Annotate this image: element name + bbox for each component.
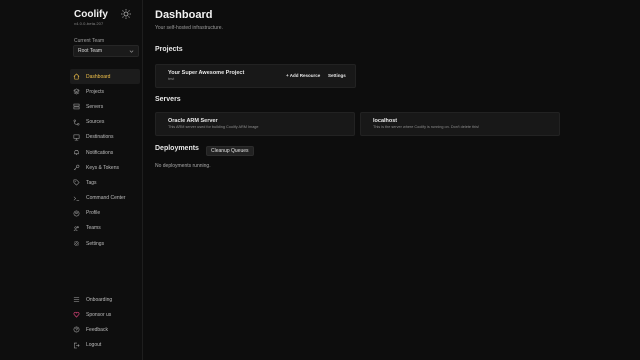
project-name: Your Super Awesome Project — [168, 70, 245, 76]
sidebar-item-dashboard[interactable]: Dashboard — [70, 69, 140, 85]
sidebar-item-notifications[interactable]: Notifications — [70, 145, 140, 160]
help-icon — [73, 327, 80, 333]
sidebar-item-sources[interactable]: Sources — [70, 115, 140, 130]
sidebar-item-keys-tokens[interactable]: Keys & Tokens — [70, 160, 140, 175]
sidebar-item-label: Profile — [86, 210, 101, 217]
sidebar-item-label: Servers — [86, 103, 104, 110]
sidebar-item-onboarding[interactable]: Onboarding — [70, 292, 140, 307]
sidebar-item-feedback[interactable]: Feedback — [70, 322, 140, 337]
team-label: Current Team — [74, 38, 105, 44]
sidebar-item-logout[interactable]: Logout — [70, 338, 140, 353]
heart-icon — [73, 312, 80, 318]
add-resource-link[interactable]: + Add Resource — [286, 73, 320, 78]
sidebar-item-label: Keys & Tokens — [86, 164, 119, 171]
sidebar-item-teams[interactable]: Teams — [70, 221, 140, 236]
logout-icon — [74, 342, 80, 348]
theme-toggle-icon[interactable] — [120, 8, 132, 20]
projects-heading: Projects — [155, 46, 183, 53]
sidebar-nav: Dashboard Projects Servers Sources Desti… — [70, 69, 140, 251]
project-description: test — [168, 77, 175, 81]
git-branch-icon — [73, 119, 80, 126]
main-content: Dashboard Your self-hosted infrastructur… — [143, 0, 640, 360]
sidebar-item-label: Feedback — [86, 326, 108, 333]
gear-icon — [73, 241, 80, 247]
list-icon — [73, 297, 80, 302]
sidebar-item-label: Logout — [86, 342, 102, 349]
sidebar-item-destinations[interactable]: Destinations — [70, 130, 140, 145]
sidebar-item-settings[interactable]: Settings — [70, 236, 140, 251]
layers-icon — [73, 88, 80, 95]
users-icon — [73, 226, 79, 231]
sidebar-bottom-nav: Onboarding Sponsor us Feedback Logout — [70, 292, 140, 353]
server-card[interactable]: localhost This is the server where Cooli… — [360, 112, 560, 136]
sidebar: Coolify v4.0.0-beta.207 Current Team Roo… — [0, 0, 143, 360]
project-card[interactable]: Your Super Awesome Project test + Add Re… — [155, 64, 356, 88]
user-icon — [73, 210, 80, 217]
chevron-down-icon — [129, 50, 134, 53]
sidebar-item-label: Tags — [86, 179, 97, 186]
page-subtitle: Your self-hosted infrastructure. — [155, 25, 223, 31]
sidebar-item-sponsor[interactable]: Sponsor us — [70, 307, 140, 322]
servers-heading: Servers — [155, 96, 181, 103]
server-description: This ARM server used for building Coolif… — [168, 125, 259, 129]
home-icon — [73, 73, 80, 80]
sidebar-item-servers[interactable]: Servers — [70, 99, 140, 114]
sidebar-item-label: Projects — [86, 88, 105, 95]
deployments-empty-text: No deployments running. — [155, 163, 211, 169]
team-select[interactable]: Root Team — [73, 45, 139, 57]
server-name: Oracle ARM Server — [168, 118, 218, 124]
sidebar-item-label: Notifications — [86, 149, 114, 156]
sidebar-item-command-center[interactable]: Command Center — [70, 191, 140, 206]
server-description: This is the server where Coolify is runn… — [373, 125, 480, 129]
server-icon — [73, 104, 80, 110]
brand-name: Coolify — [74, 9, 108, 20]
sidebar-item-projects[interactable]: Projects — [70, 84, 140, 99]
cleanup-queues-button[interactable]: Cleanup Queues — [206, 146, 254, 156]
network-icon — [73, 134, 80, 141]
team-select-value: Root Team — [78, 48, 103, 54]
server-name: localhost — [373, 118, 398, 124]
sidebar-item-label: Onboarding — [86, 296, 113, 303]
page-title: Dashboard — [155, 9, 213, 21]
sidebar-item-label: Sources — [86, 119, 105, 126]
deployments-heading: Deployments — [155, 145, 199, 152]
sidebar-item-tags[interactable]: Tags — [70, 175, 140, 190]
terminal-icon — [73, 196, 80, 201]
sidebar-item-label: Teams — [86, 225, 101, 232]
bell-icon — [74, 150, 79, 155]
project-settings-link[interactable]: Settings — [328, 73, 346, 78]
tag-icon — [73, 180, 80, 186]
server-card[interactable]: Oracle ARM Server This ARM server used f… — [155, 112, 355, 136]
sidebar-item-label: Command Center — [86, 195, 126, 202]
sidebar-item-label: Dashboard — [86, 73, 111, 80]
sidebar-item-profile[interactable]: Profile — [70, 206, 140, 221]
version-label: v4.0.0-beta.207 — [74, 21, 104, 26]
key-icon — [73, 164, 80, 171]
sidebar-item-label: Sponsor us — [86, 311, 112, 318]
sidebar-item-label: Destinations — [86, 134, 114, 141]
sidebar-item-label: Settings — [86, 240, 105, 247]
